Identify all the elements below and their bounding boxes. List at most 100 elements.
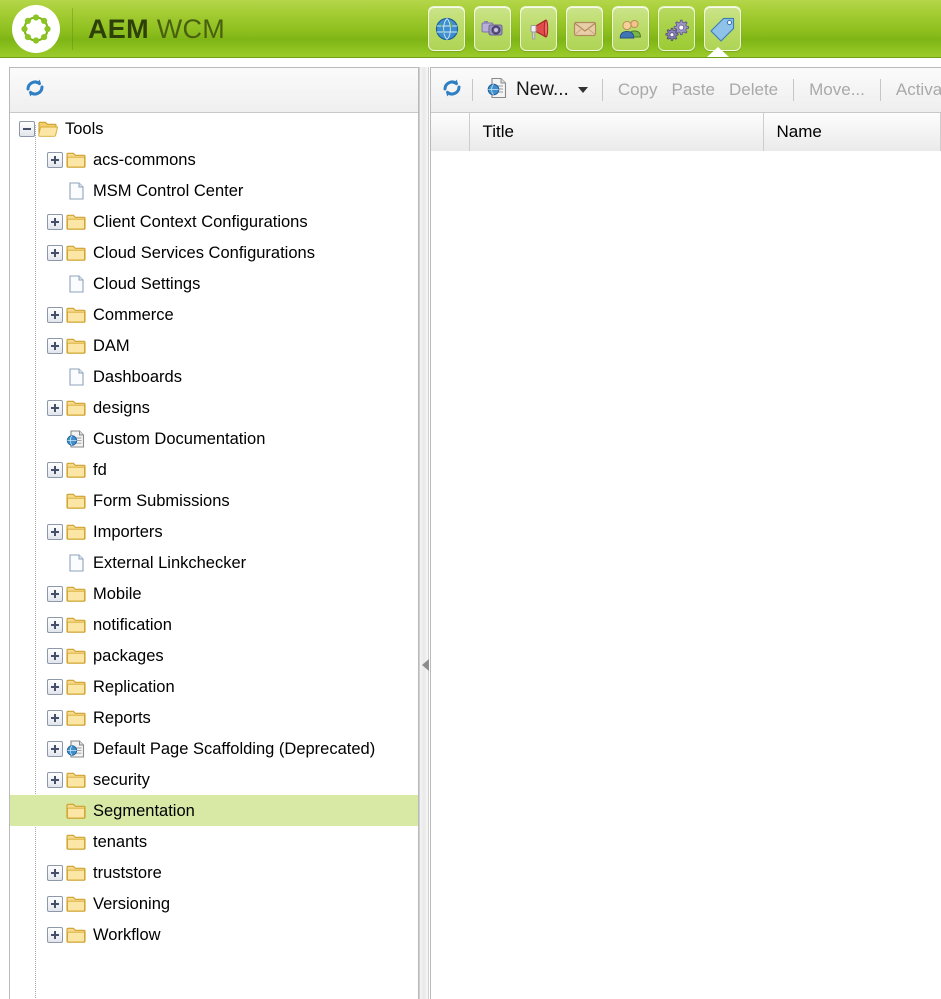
grid-body[interactable]	[431, 151, 941, 999]
megaphone-icon	[526, 16, 552, 42]
tree-node-commerce[interactable]: Commerce	[10, 299, 418, 330]
tree-node-external-linkchecker[interactable]: External Linkchecker	[10, 547, 418, 578]
expand-plus-icon[interactable]	[47, 709, 63, 726]
brand-primary: AEM	[88, 14, 149, 44]
tree-node-versioning[interactable]: Versioning	[10, 888, 418, 919]
grid-column-header-name[interactable]: Name	[764, 113, 941, 151]
nav-item-inbox[interactable]	[566, 6, 603, 51]
tree-node-client-context-configurations[interactable]: Client Context Configurations	[10, 206, 418, 237]
expand-plus-icon[interactable]	[47, 244, 63, 261]
delete-button[interactable]: Delete	[722, 80, 785, 100]
expand-plus-icon[interactable]	[47, 151, 63, 168]
nav-item-users[interactable]	[612, 6, 649, 51]
grid-column-header-title[interactable]: Title	[470, 113, 765, 151]
expand-plus-icon[interactable]	[47, 864, 63, 881]
tree-node-reports[interactable]: Reports	[10, 702, 418, 733]
expand-plus-icon[interactable]	[47, 616, 63, 633]
activate-button[interactable]: Activat	[889, 80, 941, 100]
folder-icon	[66, 399, 86, 417]
expand-plus-icon[interactable]	[47, 771, 63, 788]
nav-item-digital-assets[interactable]	[474, 6, 511, 51]
tree-node-label: truststore	[93, 863, 162, 882]
folder-icon	[66, 709, 86, 727]
inbox-icon	[572, 16, 598, 42]
nav-item-tools[interactable]	[658, 6, 695, 51]
grid-refresh-button[interactable]	[440, 75, 464, 105]
tree-node-msm-control-center[interactable]: MSM Control Center	[10, 175, 418, 206]
tree-node-dam[interactable]: DAM	[10, 330, 418, 361]
tree-node-form-submissions[interactable]: Form Submissions	[10, 485, 418, 516]
expand-plus-icon[interactable]	[47, 678, 63, 695]
tree-node-label: Mobile	[93, 584, 142, 603]
collapse-minus-icon[interactable]	[19, 120, 35, 137]
app-header: AEM WCM	[0, 0, 941, 58]
expand-plus-icon[interactable]	[47, 213, 63, 230]
tree-node-replication[interactable]: Replication	[10, 671, 418, 702]
tree-node-label: Replication	[93, 677, 175, 696]
tree-node-importers[interactable]: Importers	[10, 516, 418, 547]
tree-node-truststore[interactable]: truststore	[10, 857, 418, 888]
tree-node-designs[interactable]: designs	[10, 392, 418, 423]
page-icon	[66, 181, 86, 200]
tree-node-dashboards[interactable]: Dashboards	[10, 361, 418, 392]
tree-node-tools[interactable]: Tools	[10, 113, 418, 144]
tree-node-mobile[interactable]: Mobile	[10, 578, 418, 609]
tree-node-cloud-services-configurations[interactable]: Cloud Services Configurations	[10, 237, 418, 268]
tree-node-fd[interactable]: fd	[10, 454, 418, 485]
move-button[interactable]: Move...	[802, 80, 872, 100]
folder-icon	[66, 585, 86, 603]
expand-plus-icon[interactable]	[47, 337, 63, 354]
expand-plus-icon[interactable]	[47, 399, 63, 416]
expand-plus-icon[interactable]	[47, 306, 63, 323]
nav-item-websites[interactable]	[428, 6, 465, 51]
expand-plus-icon[interactable]	[47, 461, 63, 478]
caret-down-icon[interactable]	[577, 87, 588, 93]
tree-node-cloud-settings[interactable]: Cloud Settings	[10, 268, 418, 299]
collapse-left-arrow-icon[interactable]	[422, 659, 429, 671]
expand-plus-icon[interactable]	[47, 647, 63, 664]
folder-icon	[66, 306, 86, 324]
tree-node-notification[interactable]: notification	[10, 609, 418, 640]
folder-icon	[66, 523, 86, 541]
tree-node-label: packages	[93, 646, 164, 665]
tree-node-label: Reports	[93, 708, 151, 727]
paste-button[interactable]: Paste	[665, 80, 722, 100]
folder-icon	[66, 616, 86, 634]
nav-item-tagging[interactable]	[704, 6, 741, 51]
tree-node-label: Workflow	[93, 925, 161, 944]
tree-node-custom-documentation[interactable]: Custom Documentation	[10, 423, 418, 454]
tree-node-default-page-scaffolding-deprecated[interactable]: Default Page Scaffolding (Deprecated)	[10, 733, 418, 764]
tree-node-tenants[interactable]: tenants	[10, 826, 418, 857]
tree-expander-placeholder	[47, 834, 63, 850]
tree-node-security[interactable]: security	[10, 764, 418, 795]
tree-node-segmentation[interactable]: Segmentation	[10, 795, 418, 826]
tree-body[interactable]: Tools acs-commons MSM Control Center Client…	[10, 113, 418, 998]
folder-icon	[66, 771, 86, 789]
expand-plus-icon[interactable]	[47, 740, 63, 757]
tree-refresh-button[interactable]	[20, 75, 50, 105]
panel-splitter[interactable]	[419, 67, 429, 999]
copy-button[interactable]: Copy	[611, 80, 665, 100]
new-button[interactable]: New...	[481, 74, 594, 106]
expand-plus-icon[interactable]	[47, 926, 63, 943]
tree-node-workflow[interactable]: Workflow	[10, 919, 418, 950]
tree-node-acs-commons[interactable]: acs-commons	[10, 144, 418, 175]
expand-plus-icon[interactable]	[47, 585, 63, 602]
tree-node-packages[interactable]: packages	[10, 640, 418, 671]
expand-plus-icon[interactable]	[47, 895, 63, 912]
app-logo	[12, 5, 60, 53]
tree-node-label: Default Page Scaffolding (Deprecated)	[93, 739, 376, 758]
grid-column-header-index[interactable]	[431, 113, 471, 151]
nav-item-campaigns[interactable]	[520, 6, 557, 51]
expand-plus-icon[interactable]	[47, 523, 63, 540]
tree-node-label: MSM Control Center	[93, 181, 244, 200]
